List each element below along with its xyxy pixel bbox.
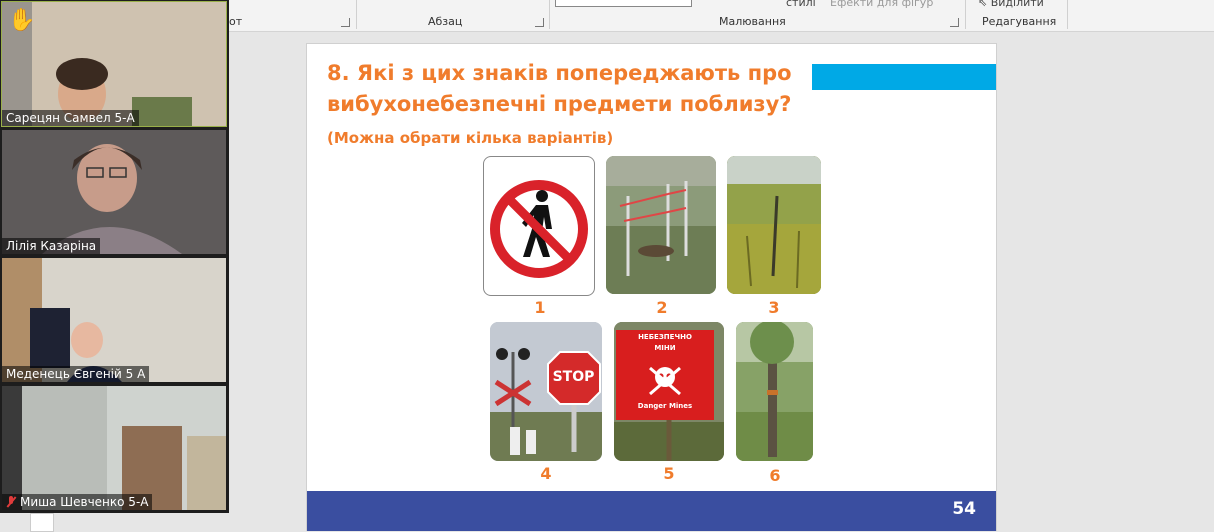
ribbon-separator <box>1067 0 1068 29</box>
question-title: 8. Які з цих знаків попереджають про виб… <box>327 61 792 116</box>
cursor-icon: ⇖ <box>978 0 988 9</box>
mine-sign-line3: Danger Mines <box>637 402 693 410</box>
quick-styles-label[interactable]: стилі <box>786 0 816 9</box>
slide-canvas[interactable]: 8. Які з цих знаків попереджають про виб… <box>306 43 997 531</box>
paragraph-dialog-launcher-icon[interactable] <box>535 18 544 27</box>
participant-video-feed <box>2 258 226 382</box>
option-image-2-taped-area-photo[interactable] <box>606 156 716 294</box>
option-image-6-marked-tree-photo[interactable] <box>736 322 813 461</box>
ribbon-separator <box>549 0 550 29</box>
danger-mines-photo <box>614 322 724 461</box>
participant-video-tile[interactable]: Лілія Казаріна <box>2 130 226 254</box>
no-pedestrians-icon <box>490 180 588 278</box>
ribbon-separator <box>965 0 966 29</box>
raised-hand-icon: ✋ <box>8 8 36 33</box>
option-number-6: 6 <box>769 466 781 485</box>
font-group-label: от <box>229 15 243 28</box>
option-image-5-danger-mines-sign[interactable]: НЕБЕЗПЕЧНО МІНИ Danger Mines <box>614 322 724 461</box>
option-number-2: 2 <box>656 298 668 317</box>
option-image-4-stop-sign-photo[interactable]: STOP <box>490 322 602 461</box>
stop-sign-photo <box>490 322 602 461</box>
option-image-3-field-stake-photo[interactable] <box>727 156 821 294</box>
select-button[interactable]: ⇖ Виділити <box>978 0 1044 9</box>
shape-gallery-box[interactable] <box>555 0 692 7</box>
field-stake-photo <box>727 156 821 294</box>
participant-video-feed <box>2 130 226 254</box>
participant-name: Миша Шевченко 5-А <box>2 494 153 510</box>
drawing-group-label: Малювання <box>719 15 786 28</box>
marked-tree-photo <box>736 322 813 461</box>
editing-group-label: Редагування <box>982 15 1057 28</box>
participant-name-text: Миша Шевченко 5-А <box>20 495 149 509</box>
option-number-4: 4 <box>540 464 552 483</box>
participant-video-feed <box>2 386 226 510</box>
stop-sign-text: STOP <box>552 369 595 385</box>
option-number-5: 5 <box>663 464 675 483</box>
mine-sign-line2: МІНИ <box>654 344 676 352</box>
participant-video-tile[interactable]: Меденець Євгеній 5 А <box>2 258 226 382</box>
paragraph-group-label: Абзац <box>428 15 463 28</box>
taped-area-photo <box>606 156 716 294</box>
participant-name: Меденець Євгеній 5 А <box>2 366 150 382</box>
font-dialog-launcher-icon[interactable] <box>341 18 350 27</box>
option-number-3: 3 <box>768 298 780 317</box>
slide-page-number: 54 <box>952 499 976 519</box>
blue-accent-bar <box>812 64 996 90</box>
participant-video-tile[interactable]: ✋ Сарецян Самвел 5-А <box>1 1 227 127</box>
panel-scroll-stub <box>30 513 54 532</box>
select-label: Виділити <box>990 0 1044 9</box>
option-number-1: 1 <box>534 298 546 317</box>
participant-name: Лілія Казаріна <box>2 238 101 254</box>
drawing-dialog-launcher-icon[interactable] <box>950 18 959 27</box>
shape-effects-button[interactable]: Ефекти для фігур <box>830 0 933 9</box>
slide-footer-bar: 54 <box>307 491 996 531</box>
participant-name: Сарецян Самвел 5-А <box>2 110 139 126</box>
ribbon-separator <box>356 0 357 29</box>
question-subtitle: (Можна обрати кілька варіантів) <box>327 129 614 147</box>
participant-video-tile[interactable]: Миша Шевченко 5-А <box>2 386 226 510</box>
mic-muted-icon <box>6 496 16 508</box>
video-participants-panel: ✋ Сарецян Самвел 5-А Лілія Казаріна Меде… <box>0 0 229 513</box>
option-image-1-no-pedestrians-sign[interactable] <box>483 156 595 296</box>
mine-sign-line1: НЕБЕЗПЕЧНО <box>638 333 692 341</box>
participant-video-feed <box>2 2 226 126</box>
